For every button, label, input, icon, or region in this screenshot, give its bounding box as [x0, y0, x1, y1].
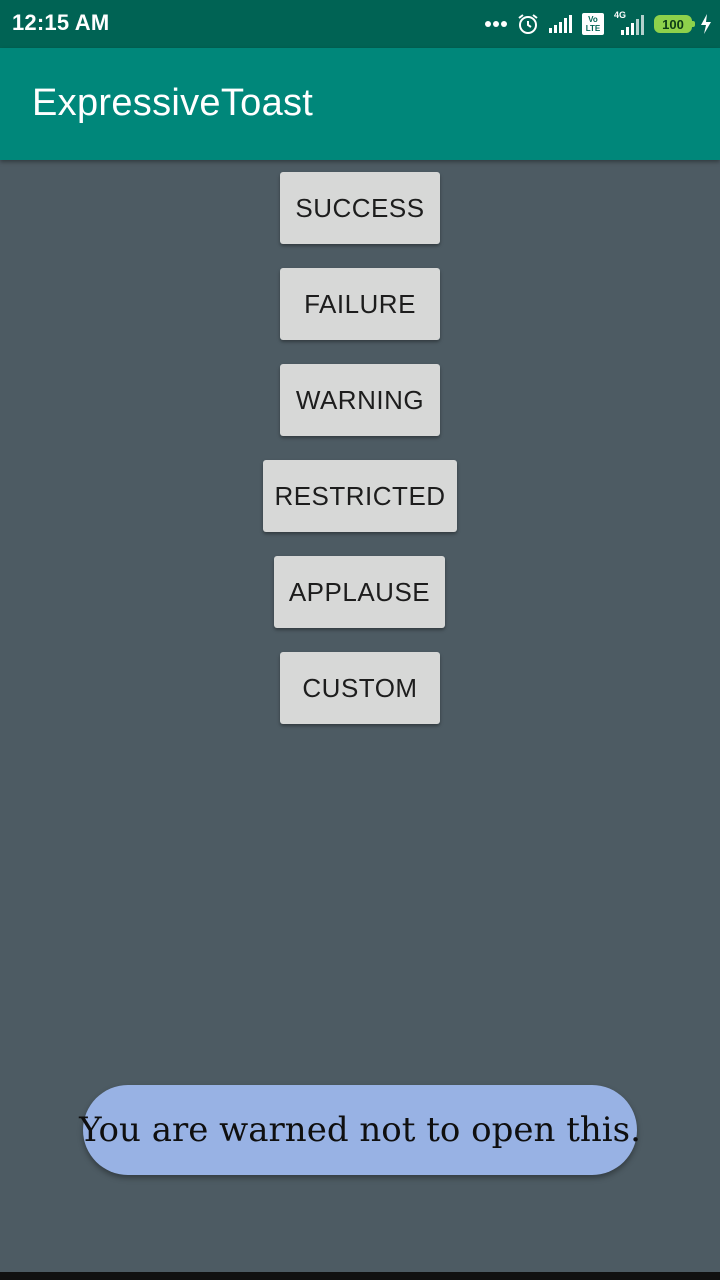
status-time: 12:15 AM [12, 10, 110, 35]
bottom-edge [0, 1272, 720, 1280]
volte-icon: Vo LTE [582, 13, 604, 35]
toast-text: You are warned not to open this. [79, 1110, 641, 1150]
alarm-icon [516, 12, 540, 36]
more-dots-icon [484, 20, 508, 28]
signal-icon [548, 14, 574, 34]
applause-button[interactable]: APPLAUSE [274, 556, 445, 628]
toast-message: You are warned not to open this. [79, 1085, 641, 1175]
warning-button[interactable]: WARNING [280, 364, 440, 436]
failure-button[interactable]: FAILURE [280, 268, 440, 340]
app-bar: ExpressiveToast [0, 48, 720, 160]
volte-bottom-label: LTE [585, 24, 601, 33]
charging-icon [700, 14, 712, 34]
volte-top-label: Vo [588, 15, 598, 24]
battery-level: 100 [662, 16, 684, 32]
success-button[interactable]: SUCCESS [280, 172, 440, 244]
app-title: ExpressiveToast [32, 82, 314, 124]
custom-button[interactable]: CUSTOM [280, 652, 440, 724]
restricted-button[interactable]: RESTRICTED [263, 460, 457, 532]
status-icons: Vo LTE 4G 100 [484, 0, 712, 48]
signal-4g-icon: 4G [612, 10, 646, 36]
battery-icon: 100 [654, 15, 695, 33]
status-bar: 12:15 AM Vo LTE 4G 100 [0, 0, 720, 48]
